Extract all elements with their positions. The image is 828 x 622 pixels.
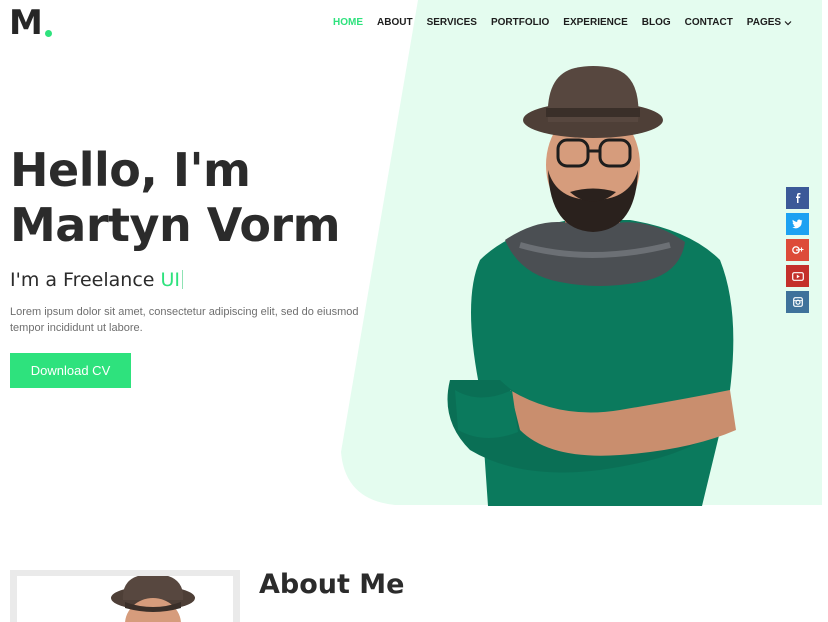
hero-name: Martyn Vorm <box>10 198 341 252</box>
nav-item-services[interactable]: SERVICES <box>420 16 484 30</box>
nav-item-portfolio[interactable]: PORTFOLIO <box>484 16 556 30</box>
logo-letter: M <box>9 3 43 43</box>
about-section-title: About Me <box>259 569 405 600</box>
nav-item-home[interactable]: HOME <box>326 16 370 30</box>
hero-greeting: Hello, I'm <box>10 143 251 197</box>
hero-portrait-image <box>440 60 750 506</box>
hero-subtitle: I'm a Freelance UI <box>10 268 184 292</box>
social-links <box>786 187 809 313</box>
hero-subtitle-accent: UI <box>160 269 181 291</box>
twitter-icon[interactable] <box>786 213 809 235</box>
instagram-icon[interactable] <box>786 291 809 313</box>
hero-description: Lorem ipsum dolor sit amet, consectetur … <box>10 306 359 334</box>
nav-item-pages[interactable]: PAGES <box>740 16 799 30</box>
site-logo[interactable]: M <box>9 6 52 40</box>
typing-cursor <box>182 270 184 289</box>
main-nav: HOME ABOUT SERVICES PORTFOLIO EXPERIENCE… <box>326 16 799 30</box>
logo-dot <box>44 30 52 37</box>
nav-item-blog[interactable]: BLOG <box>635 16 678 30</box>
facebook-icon[interactable] <box>786 187 809 209</box>
download-cv-button[interactable]: Download CV <box>10 353 131 388</box>
hero-title: Hello, I'm Martyn Vorm <box>10 143 341 253</box>
nav-item-about[interactable]: ABOUT <box>370 16 420 30</box>
nav-item-pages-label: PAGES <box>746 17 782 28</box>
about-portrait-image <box>17 576 233 622</box>
hero-subtitle-prefix: I'm a Freelance <box>10 269 161 291</box>
chevron-down-icon <box>784 21 792 26</box>
nav-item-contact[interactable]: CONTACT <box>678 16 740 30</box>
youtube-icon[interactable] <box>786 265 809 287</box>
nav-item-experience[interactable]: EXPERIENCE <box>556 16 634 30</box>
about-image-frame <box>10 570 240 622</box>
google-plus-icon[interactable] <box>786 239 809 261</box>
